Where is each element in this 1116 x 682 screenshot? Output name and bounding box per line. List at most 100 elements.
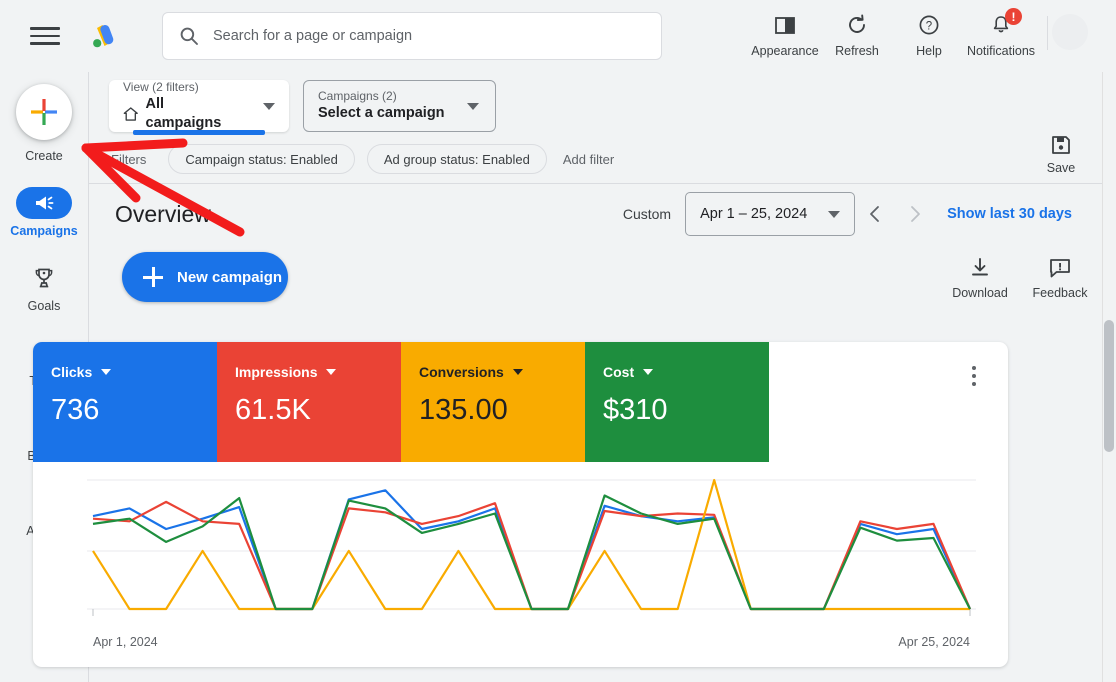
more-options-icon[interactable] — [962, 366, 986, 386]
chart-x-label-end: Apr 25, 2024 — [898, 635, 970, 649]
top-actions: Appearance Refresh ? He — [749, 6, 1088, 58]
chevron-left-icon — [865, 204, 885, 224]
chevron-right-icon — [905, 204, 925, 224]
notification-badge: ! — [1005, 8, 1022, 25]
plus-icon — [29, 97, 59, 127]
top-bar: Search for a page or campaign Appearance — [0, 0, 1116, 72]
show-last-30-days-link[interactable]: Show last 30 days — [947, 206, 1072, 222]
metric-card-cost[interactable]: Cost $310 — [585, 342, 769, 462]
metric-label-impressions: Impressions — [235, 364, 317, 380]
feedback-label: Feedback — [1033, 286, 1088, 300]
help-button[interactable]: ? Help — [893, 6, 965, 58]
goals-pill — [16, 262, 72, 294]
card-actions: Download Feedback — [940, 256, 1100, 300]
help-icon: ? — [918, 12, 940, 38]
appearance-icon — [774, 12, 796, 38]
campaign-selector[interactable]: Campaigns (2) Select a campaign — [303, 80, 496, 132]
help-label: Help — [916, 44, 942, 58]
svg-text:?: ? — [926, 20, 932, 32]
selector-row: View (2 filters) All campaigns Campaigns… — [89, 72, 1116, 138]
sidebar-label-goals: Goals — [28, 299, 61, 313]
create-button[interactable]: Create — [16, 84, 72, 163]
metric-label-clicks: Clicks — [51, 364, 92, 380]
metric-card-clicks[interactable]: Clicks 736 — [33, 342, 217, 462]
vertical-scrollbar-thumb[interactable] — [1104, 320, 1114, 452]
metric-label-wrap: Conversions — [419, 364, 585, 380]
chevron-down-icon — [326, 369, 336, 375]
notifications-label: Notifications — [967, 44, 1035, 58]
filter-chip-campaign-status[interactable]: Campaign status: Enabled — [168, 144, 354, 174]
new-campaign-label: New campaign — [177, 269, 282, 286]
metric-card-conversions[interactable]: Conversions 135.00 — [401, 342, 585, 462]
chevron-down-icon — [101, 369, 111, 375]
chevron-down-icon — [828, 211, 840, 218]
campaign-selector-value: Select a campaign — [318, 104, 445, 123]
vertical-scrollbar-track[interactable] — [1102, 72, 1116, 682]
metric-value-conversions: 135.00 — [419, 394, 585, 427]
save-label: Save — [1047, 161, 1076, 175]
date-range-selector[interactable]: Apr 1 – 25, 2024 — [685, 192, 855, 236]
home-icon — [123, 106, 139, 122]
megaphone-icon — [32, 191, 56, 215]
metric-value-clicks: 736 — [51, 394, 217, 427]
download-button[interactable]: Download — [940, 256, 1020, 300]
view-selector-value: All campaigns — [146, 95, 241, 133]
date-range-custom-label: Custom — [623, 206, 671, 222]
date-next-button[interactable] — [895, 194, 935, 234]
overview-performance-card: Clicks 736 Impressions 61.5K Conversions… — [33, 342, 1008, 667]
chevron-down-icon — [643, 369, 653, 375]
campaign-selector-caption: Campaigns (2) — [318, 89, 445, 104]
metric-value-cost: $310 — [603, 394, 769, 427]
metric-cards-row: Clicks 736 Impressions 61.5K Conversions… — [33, 342, 1008, 462]
hamburger-icon[interactable] — [30, 21, 60, 51]
chevron-down-icon — [263, 103, 275, 110]
sidebar-item-campaigns[interactable]: Campaigns — [8, 187, 80, 238]
plus-icon — [142, 266, 164, 288]
feedback-button[interactable]: Feedback — [1020, 256, 1100, 300]
action-row: New campaign Download Feedbac — [89, 244, 1116, 318]
metric-label-wrap: Impressions — [235, 364, 401, 380]
filter-chip-adgroup-status[interactable]: Ad group status: Enabled — [367, 144, 547, 174]
google-ads-logo[interactable] — [86, 19, 120, 53]
search-input[interactable]: Search for a page or campaign — [162, 12, 662, 60]
metric-label-wrap: Cost — [603, 364, 769, 380]
metric-card-impressions[interactable]: Impressions 61.5K — [217, 342, 401, 462]
trophy-icon — [32, 266, 56, 290]
chart-canvas — [33, 462, 1008, 667]
avatar[interactable] — [1052, 14, 1088, 50]
metric-label-conversions: Conversions — [419, 364, 504, 380]
save-disk-icon — [1050, 134, 1072, 156]
sidebar-item-goals[interactable]: Goals — [8, 262, 80, 313]
view-selector-value-wrap: All campaigns — [123, 95, 241, 133]
sidebar-label-campaigns: Campaigns — [10, 224, 77, 238]
notifications-button[interactable]: ! Notifications — [965, 6, 1037, 58]
campaigns-pill — [16, 187, 72, 219]
filters-bar: Filters Campaign status: Enabled Ad grou… — [89, 138, 1116, 180]
create-label: Create — [25, 149, 63, 163]
save-button[interactable]: Save — [1028, 134, 1094, 175]
download-icon — [968, 256, 992, 280]
chart-x-label-start: Apr 1, 2024 — [93, 635, 158, 649]
view-selector[interactable]: View (2 filters) All campaigns — [109, 80, 289, 132]
filters-label: Filters — [111, 152, 146, 167]
download-label: Download — [952, 286, 1008, 300]
search-icon — [179, 26, 199, 46]
chart-series-conversions — [93, 480, 970, 609]
refresh-label: Refresh — [835, 44, 879, 58]
date-range-tools: Custom Apr 1 – 25, 2024 Show last 30 day… — [623, 192, 1072, 236]
performance-chart: Apr 1, 2024 Apr 25, 2024 — [33, 462, 1008, 667]
appearance-label: Appearance — [751, 44, 818, 58]
new-campaign-button[interactable]: New campaign — [122, 252, 288, 302]
date-prev-button[interactable] — [855, 194, 895, 234]
chart-series-impressions — [93, 502, 970, 609]
create-circle — [16, 84, 72, 140]
date-range-value: Apr 1 – 25, 2024 — [700, 206, 807, 222]
view-selector-caption: View (2 filters) — [123, 80, 241, 95]
overview-header: Overview Custom Apr 1 – 25, 2024 — [89, 184, 1116, 244]
add-filter-button[interactable]: Add filter — [563, 152, 614, 167]
page-title: Overview — [115, 201, 211, 228]
chevron-down-icon — [467, 103, 479, 110]
refresh-button[interactable]: Refresh — [821, 6, 893, 58]
appearance-button[interactable]: Appearance — [749, 6, 821, 58]
refresh-icon — [846, 12, 868, 38]
